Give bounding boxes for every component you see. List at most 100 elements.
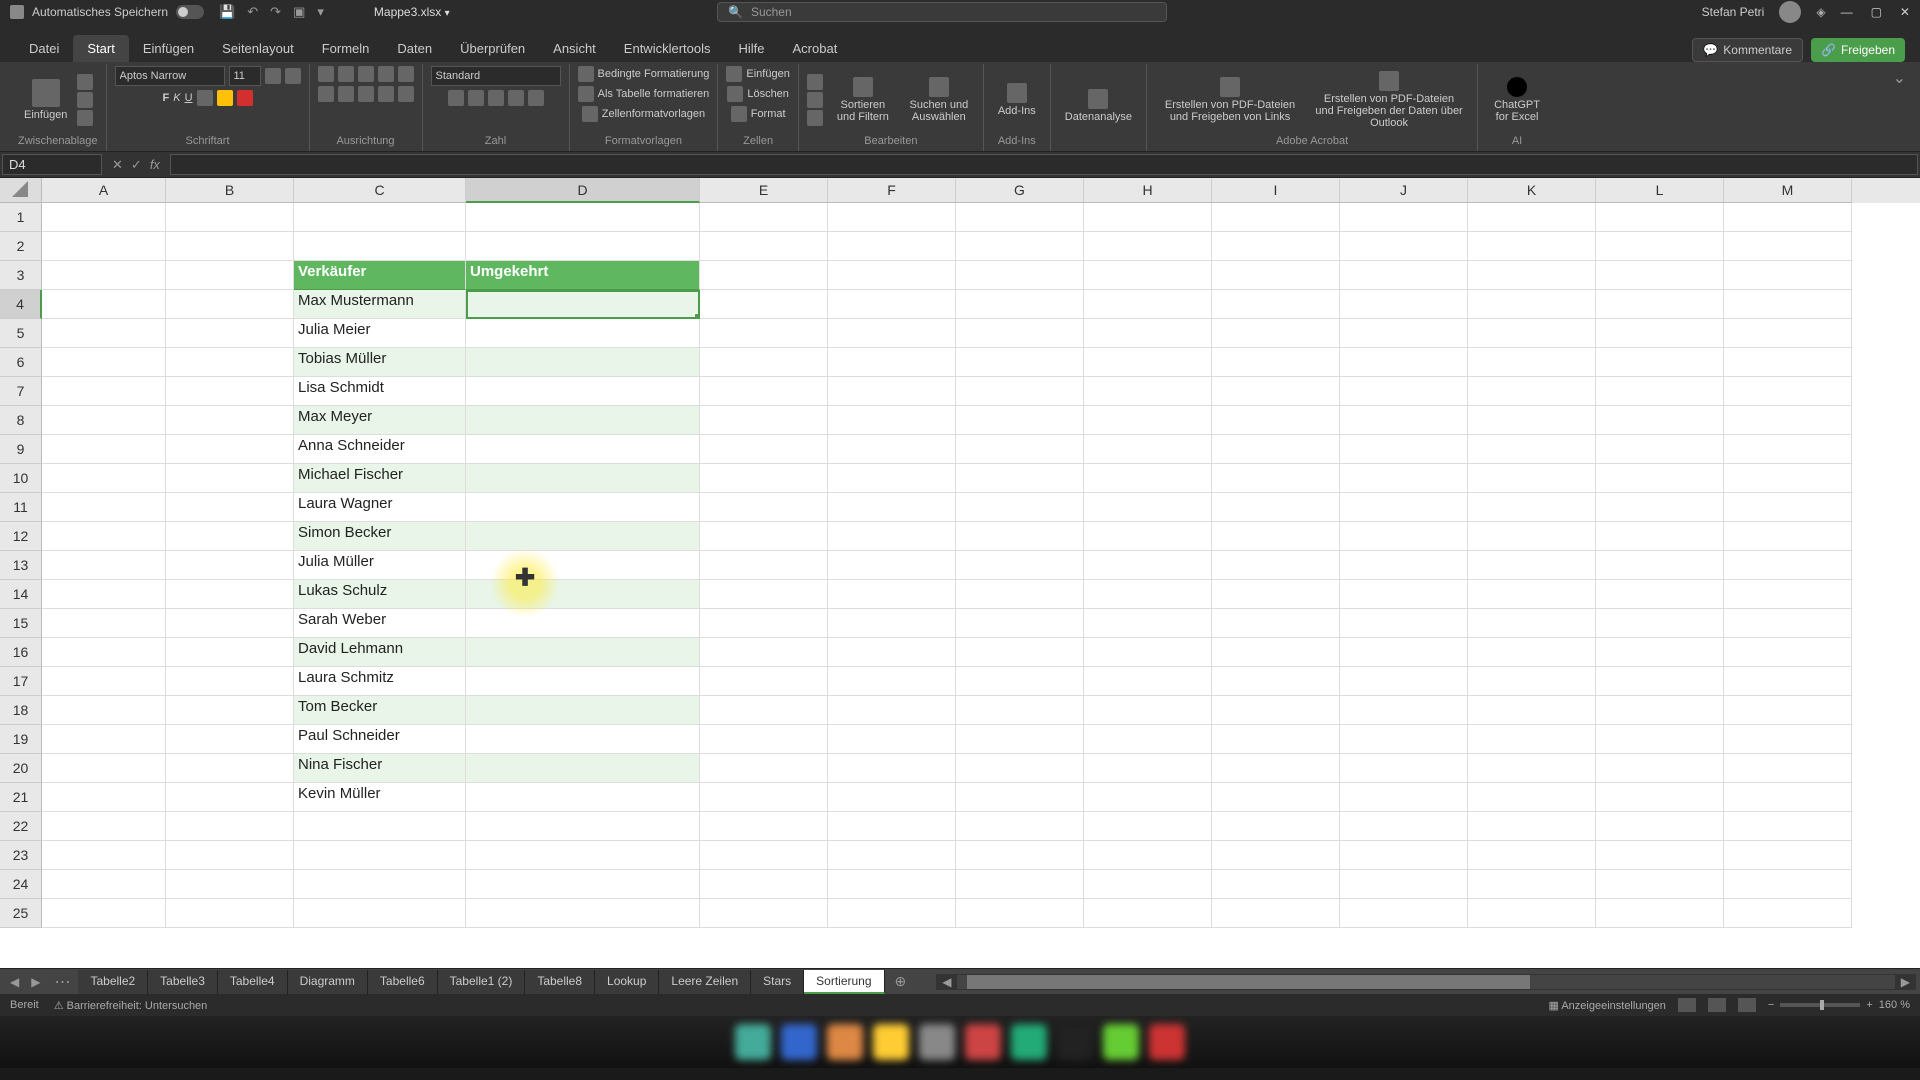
cell[interactable] <box>828 696 956 725</box>
cell[interactable] <box>1724 290 1852 319</box>
decrease-indent-icon[interactable] <box>378 86 394 102</box>
cell[interactable] <box>1468 841 1596 870</box>
cell[interactable] <box>956 580 1084 609</box>
align-left-icon[interactable] <box>318 86 334 102</box>
cell[interactable] <box>166 580 294 609</box>
cell[interactable] <box>1724 870 1852 899</box>
cell[interactable] <box>1724 754 1852 783</box>
cell[interactable] <box>42 348 166 377</box>
cell[interactable] <box>1468 551 1596 580</box>
fx-icon[interactable]: fx <box>150 157 160 172</box>
cell[interactable] <box>1340 435 1468 464</box>
cell[interactable] <box>956 783 1084 812</box>
cell[interactable] <box>828 290 956 319</box>
cell[interactable] <box>1596 232 1724 261</box>
cell[interactable] <box>1212 812 1340 841</box>
cell[interactable] <box>42 870 166 899</box>
row-header[interactable]: 24 <box>0 870 42 899</box>
align-middle-icon[interactable] <box>338 66 354 82</box>
menu-tab-entwicklertools[interactable]: Entwicklertools <box>610 35 725 62</box>
close-button[interactable]: ✕ <box>1900 5 1910 19</box>
conditional-formatting-button[interactable]: Bedingte Formatierung <box>578 66 710 82</box>
cell[interactable]: David Lehmann <box>294 638 466 667</box>
cell[interactable] <box>166 493 294 522</box>
cell[interactable] <box>1212 725 1340 754</box>
cell[interactable] <box>1084 812 1212 841</box>
cell[interactable] <box>1468 319 1596 348</box>
cell[interactable] <box>1212 319 1340 348</box>
cell[interactable] <box>466 638 700 667</box>
cell[interactable] <box>700 435 828 464</box>
cell[interactable] <box>828 580 956 609</box>
cell[interactable] <box>42 696 166 725</box>
align-bottom-icon[interactable] <box>358 66 374 82</box>
menu-tab-formeln[interactable]: Formeln <box>308 35 384 62</box>
fill-icon[interactable] <box>807 92 823 108</box>
cell[interactable] <box>42 203 166 232</box>
cell[interactable] <box>1596 464 1724 493</box>
cell[interactable] <box>1724 696 1852 725</box>
cell[interactable] <box>1084 290 1212 319</box>
row-header[interactable]: 9 <box>0 435 42 464</box>
cell[interactable] <box>42 609 166 638</box>
cell[interactable] <box>1084 609 1212 638</box>
row-header[interactable]: 16 <box>0 638 42 667</box>
cell[interactable] <box>1596 377 1724 406</box>
row-header[interactable]: 2 <box>0 232 42 261</box>
cell[interactable] <box>1724 638 1852 667</box>
cell[interactable] <box>1084 725 1212 754</box>
cell[interactable] <box>700 841 828 870</box>
cell[interactable] <box>42 232 166 261</box>
copy-icon[interactable] <box>77 92 93 108</box>
cell[interactable] <box>166 377 294 406</box>
cell[interactable] <box>1084 696 1212 725</box>
chatgpt-button[interactable]: ChatGPT for Excel <box>1486 75 1548 125</box>
increase-indent-icon[interactable] <box>398 86 414 102</box>
cell[interactable] <box>956 290 1084 319</box>
cell[interactable] <box>1340 290 1468 319</box>
number-format-select[interactable] <box>431 66 561 86</box>
cell[interactable] <box>1340 348 1468 377</box>
cell[interactable] <box>700 609 828 638</box>
column-header[interactable]: I <box>1212 178 1340 203</box>
cell[interactable] <box>1724 319 1852 348</box>
cell[interactable] <box>294 841 466 870</box>
cell[interactable]: Lisa Schmidt <box>294 377 466 406</box>
cell[interactable] <box>466 464 700 493</box>
cell[interactable] <box>1212 899 1340 928</box>
sheet-tab[interactable]: Stars <box>751 970 804 994</box>
column-header[interactable]: C <box>294 178 466 203</box>
row-header[interactable]: 8 <box>0 406 42 435</box>
cell[interactable] <box>700 725 828 754</box>
cell[interactable] <box>1340 551 1468 580</box>
cell[interactable] <box>294 232 466 261</box>
cell[interactable] <box>956 841 1084 870</box>
cell[interactable] <box>1596 783 1724 812</box>
cell[interactable]: Julia Müller <box>294 551 466 580</box>
cell[interactable] <box>828 841 956 870</box>
collapse-ribbon-button[interactable]: ⌄ <box>1889 64 1910 151</box>
insert-cells-button[interactable]: Einfügen <box>726 66 789 82</box>
column-header[interactable]: J <box>1340 178 1468 203</box>
cell[interactable] <box>828 870 956 899</box>
cell[interactable] <box>1468 203 1596 232</box>
font-name-select[interactable] <box>115 66 225 86</box>
cell[interactable]: Julia Meier <box>294 319 466 348</box>
cell[interactable] <box>166 348 294 377</box>
cell[interactable] <box>42 493 166 522</box>
cell[interactable]: Michael Fischer <box>294 464 466 493</box>
sheet-tab[interactable]: Lookup <box>595 970 659 994</box>
cell[interactable] <box>1468 261 1596 290</box>
sheet-tab[interactable]: Diagramm <box>288 970 368 994</box>
currency-icon[interactable] <box>448 90 464 106</box>
row-header[interactable]: 25 <box>0 899 42 928</box>
cell[interactable] <box>1340 522 1468 551</box>
cell[interactable] <box>1340 667 1468 696</box>
cell[interactable] <box>956 406 1084 435</box>
autosave-switch[interactable] <box>176 5 204 19</box>
cell[interactable] <box>700 696 828 725</box>
column-header[interactable]: K <box>1468 178 1596 203</box>
page-break-view-button[interactable] <box>1738 998 1756 1012</box>
cell[interactable] <box>828 261 956 290</box>
select-all-corner[interactable] <box>0 178 42 203</box>
